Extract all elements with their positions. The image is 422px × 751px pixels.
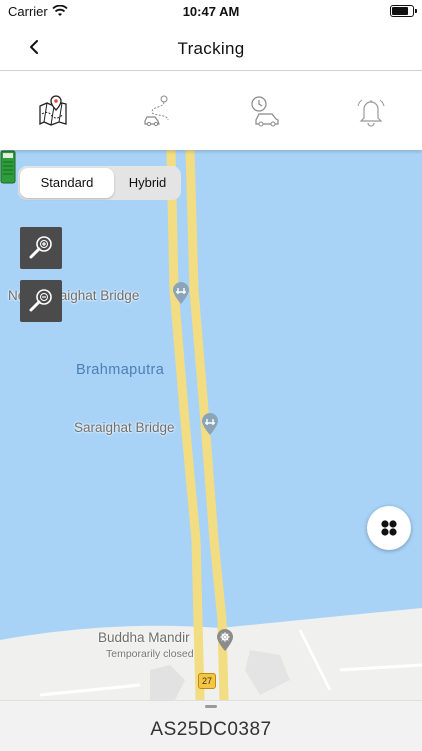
- history-clock-car-icon: [251, 96, 279, 127]
- road-number-badge: 27: [198, 673, 216, 689]
- vehicle-number: AS25DC0387: [150, 719, 272, 740]
- map-type-standard[interactable]: Standard: [20, 168, 114, 198]
- grid-dots-icon: [381, 520, 397, 536]
- zoom-in-button[interactable]: [20, 227, 62, 269]
- zoom-in-icon: [29, 236, 52, 259]
- map-location-icon: [39, 95, 67, 126]
- zoom-out-button[interactable]: [20, 280, 62, 322]
- page-title: Tracking: [177, 39, 245, 58]
- route-icon: [144, 95, 169, 127]
- tracking-tabs: [0, 72, 422, 150]
- temple-marker-icon[interactable]: [215, 628, 235, 652]
- status-bar: Carrier 10:47 AM: [0, 0, 422, 24]
- tab-history[interactable]: [248, 94, 282, 128]
- place-status: Temporarily closed: [106, 648, 194, 660]
- zoom-out-icon: [29, 289, 52, 312]
- battery-icon: [390, 5, 417, 17]
- map-type-hybrid[interactable]: Hybrid: [116, 168, 179, 198]
- sheet-drag-handle[interactable]: [205, 705, 217, 708]
- map-view[interactable]: New Saraighat Bridge Brahmaputra Saraigh…: [0, 150, 422, 700]
- vehicle-marker-icon[interactable]: [0, 150, 16, 184]
- tab-route[interactable]: [142, 94, 176, 128]
- navigation-bar: Tracking: [0, 24, 422, 71]
- clock: 10:47 AM: [182, 4, 240, 19]
- place-label: Buddha Mandir: [98, 630, 190, 645]
- bridge-marker-icon[interactable]: [171, 281, 191, 305]
- bridge-label-saraighat: Saraighat Bridge: [74, 420, 175, 435]
- alert-bell-icon: [357, 99, 385, 127]
- river-label: Brahmaputra: [76, 362, 165, 378]
- map-type-toggle: Standard Hybrid: [18, 166, 181, 200]
- tab-alerts[interactable]: [354, 94, 388, 128]
- map-options-button[interactable]: [367, 506, 411, 550]
- vehicle-info-sheet[interactable]: AS25DC0387: [0, 700, 422, 751]
- bridge-marker-icon[interactable]: [200, 412, 220, 436]
- tab-map-location[interactable]: [36, 94, 70, 128]
